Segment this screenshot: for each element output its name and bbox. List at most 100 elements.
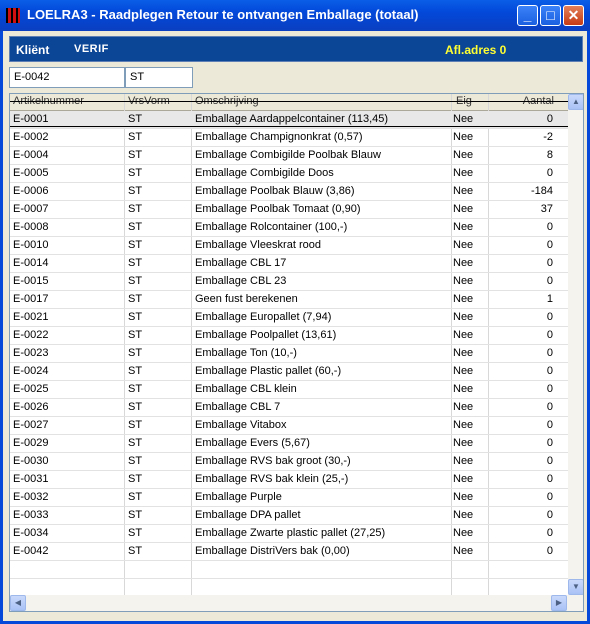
cell-artikelnummer: E-0006: [13, 185, 49, 197]
cell-omschrijving: Emballage Evers (5,67): [195, 437, 310, 449]
cell-eig: Nee: [453, 311, 474, 323]
table-row[interactable]: E-0022 ST Emballage Poolpallet (13,61) Nee 0: [10, 327, 568, 345]
client-label: Kliënt: [16, 43, 50, 57]
cell-eig: Nee: [453, 293, 474, 305]
cell-aantal: -184: [530, 185, 553, 197]
table-row[interactable]: E-0027 ST Emballage Vitabox Nee 0: [10, 417, 568, 435]
cell-omschrijving: Emballage Champignonkrat (0,57): [195, 131, 363, 143]
cell-aantal: 0: [546, 419, 553, 431]
cell-eig: Nee: [453, 527, 474, 539]
cell-vrsvorm: ST: [128, 185, 143, 197]
table-row[interactable]: E-0033 ST Emballage DPA pallet Nee 0: [10, 507, 568, 525]
client-info-bar: Kliënt VERIF Afl.adres 0: [9, 36, 583, 62]
scroll-up-button[interactable]: ▲: [568, 94, 583, 110]
cell-eig: Nee: [453, 473, 474, 485]
vertical-scrollbar[interactable]: ▲ ▼: [568, 94, 583, 595]
table-row[interactable]: E-0029 ST Emballage Evers (5,67) Nee 0: [10, 435, 568, 453]
cell-eig: Nee: [453, 329, 474, 341]
client-name: VERIF: [74, 43, 109, 55]
minimize-button[interactable]: _: [517, 5, 538, 26]
article-number-field[interactable]: E-0042: [9, 67, 125, 88]
table-row[interactable]: E-0024 ST Emballage Plastic pallet (60,-) N…: [10, 363, 568, 381]
table-row[interactable]: E-0032 ST Emballage Purple Nee 0: [10, 489, 568, 507]
table-row[interactable]: E-0007 ST Emballage Poolbak Tomaat (0,90) N…: [10, 201, 568, 219]
cell-vrsvorm: ST: [128, 473, 143, 485]
cell-vrsvorm: ST: [128, 383, 143, 395]
cell-aantal: 0: [546, 239, 553, 251]
cell-eig: Nee: [453, 437, 474, 449]
cell-aantal: 0: [546, 329, 553, 341]
cell-eig: Nee: [453, 131, 474, 143]
table-row[interactable]: E-0021 ST Emballage Europallet (7,94) Nee 0: [10, 309, 568, 327]
horizontal-scrollbar[interactable]: ◀ ▶: [10, 595, 583, 611]
cell-omschrijving: Emballage Europallet (7,94): [195, 311, 332, 323]
cell-eig: Nee: [453, 509, 474, 521]
cell-vrsvorm: ST: [128, 167, 143, 179]
cell-omschrijving: Emballage DistriVers bak (0,00): [195, 545, 350, 557]
cell-eig: Nee: [453, 401, 474, 413]
cell-omschrijving: Emballage Poolpallet (13,61): [195, 329, 337, 341]
table-row[interactable]: E-0034 ST Emballage Zwarte plastic pallet …: [10, 525, 568, 543]
cell-eig: Nee: [453, 383, 474, 395]
cell-artikelnummer: E-0015: [13, 275, 49, 287]
table-row[interactable]: E-0023 ST Emballage Ton (10,-) Nee 0: [10, 345, 568, 363]
minimize-icon: _: [523, 7, 532, 23]
cell-omschrijving: Emballage RVS bak groot (30,-): [195, 455, 351, 467]
cell-artikelnummer: E-0030: [13, 455, 49, 467]
cell-vrsvorm: ST: [128, 509, 143, 521]
table-row[interactable]: E-0005 ST Emballage Combigilde Doos Nee 0: [10, 165, 568, 183]
cell-artikelnummer: E-0032: [13, 491, 49, 503]
table-row[interactable]: E-0014 ST Emballage CBL 17 Nee 0: [10, 255, 568, 273]
cell-aantal: 0: [546, 437, 553, 449]
cell-artikelnummer: E-0014: [13, 257, 49, 269]
cell-omschrijving: Emballage CBL 7: [195, 401, 281, 413]
cell-aantal: 8: [546, 149, 553, 161]
cell-aantal: 0: [546, 383, 553, 395]
table-row[interactable]: E-0002 ST Emballage Champignonkrat (0,57) N…: [10, 129, 568, 147]
table-row[interactable]: E-0006 ST Emballage Poolbak Blauw (3,86) Ne…: [10, 183, 568, 201]
cell-aantal: 37: [540, 203, 553, 215]
title-bar: LOELRA3 - Raadplegen Retour te ontvangen…: [0, 0, 590, 31]
cell-eig: Nee: [453, 545, 474, 557]
table-row[interactable]: E-0031 ST Emballage RVS bak klein (25,-) Ne…: [10, 471, 568, 489]
cell-artikelnummer: E-0031: [13, 473, 49, 485]
cell-artikelnummer: E-0023: [13, 347, 49, 359]
emballage-grid: Artikelnummer VrsVorm Omschrijving Eig A…: [9, 93, 584, 612]
table-row[interactable]: E-0025 ST Emballage CBL klein Nee 0: [10, 381, 568, 399]
table-row[interactable]: E-0026 ST Emballage CBL 7 Nee 0: [10, 399, 568, 417]
cell-artikelnummer: E-0002: [13, 131, 49, 143]
table-row[interactable]: E-0030 ST Emballage RVS bak groot (30,-) Ne…: [10, 453, 568, 471]
arrow-left-icon: ◀: [14, 598, 22, 607]
cell-eig: Nee: [453, 347, 474, 359]
window-title: LOELRA3 - Raadplegen Retour te ontvangen…: [27, 7, 419, 22]
scroll-left-button[interactable]: ◀: [10, 595, 26, 611]
scroll-down-button[interactable]: ▼: [568, 579, 583, 595]
maximize-button[interactable]: □: [540, 5, 561, 26]
cell-omschrijving: Emballage Poolbak Blauw (3,86): [195, 185, 355, 197]
cell-vrsvorm: ST: [128, 257, 143, 269]
scroll-right-button[interactable]: ▶: [551, 595, 567, 611]
table-row[interactable]: E-0010 ST Emballage Vleeskrat rood Nee 0: [10, 237, 568, 255]
table-row[interactable]: E-0008 ST Emballage Rolcontainer (100,-) Ne…: [10, 219, 568, 237]
cell-aantal: 0: [546, 365, 553, 377]
maximize-icon: □: [546, 7, 555, 23]
cell-omschrijving: Emballage RVS bak klein (25,-): [195, 473, 349, 485]
arrow-up-icon: ▲: [572, 97, 580, 106]
cell-vrsvorm: ST: [128, 293, 143, 305]
table-row[interactable]: E-0017 ST Geen fust berekenen Nee 1: [10, 291, 568, 309]
cell-aantal: 0: [546, 275, 553, 287]
table-row[interactable]: E-0004 ST Emballage Combigilde Poolbak Bla…: [10, 147, 568, 165]
cell-omschrijving: Emballage Purple: [195, 491, 282, 503]
cell-omschrijving: Emballage Vitabox: [195, 419, 287, 431]
close-button[interactable]: ✕: [563, 5, 584, 26]
table-row[interactable]: E-0015 ST Emballage CBL 23 Nee 0: [10, 273, 568, 291]
cell-vrsvorm: ST: [128, 491, 143, 503]
cell-eig: Nee: [453, 185, 474, 197]
cell-artikelnummer: E-0026: [13, 401, 49, 413]
packaging-unit-field[interactable]: ST: [125, 67, 193, 88]
cell-aantal: 1: [546, 293, 553, 305]
cell-artikelnummer: E-0029: [13, 437, 49, 449]
cell-eig: Nee: [453, 239, 474, 251]
app-icon: [6, 8, 20, 23]
table-row[interactable]: E-0042 ST Emballage DistriVers bak (0,00) N…: [10, 543, 568, 561]
